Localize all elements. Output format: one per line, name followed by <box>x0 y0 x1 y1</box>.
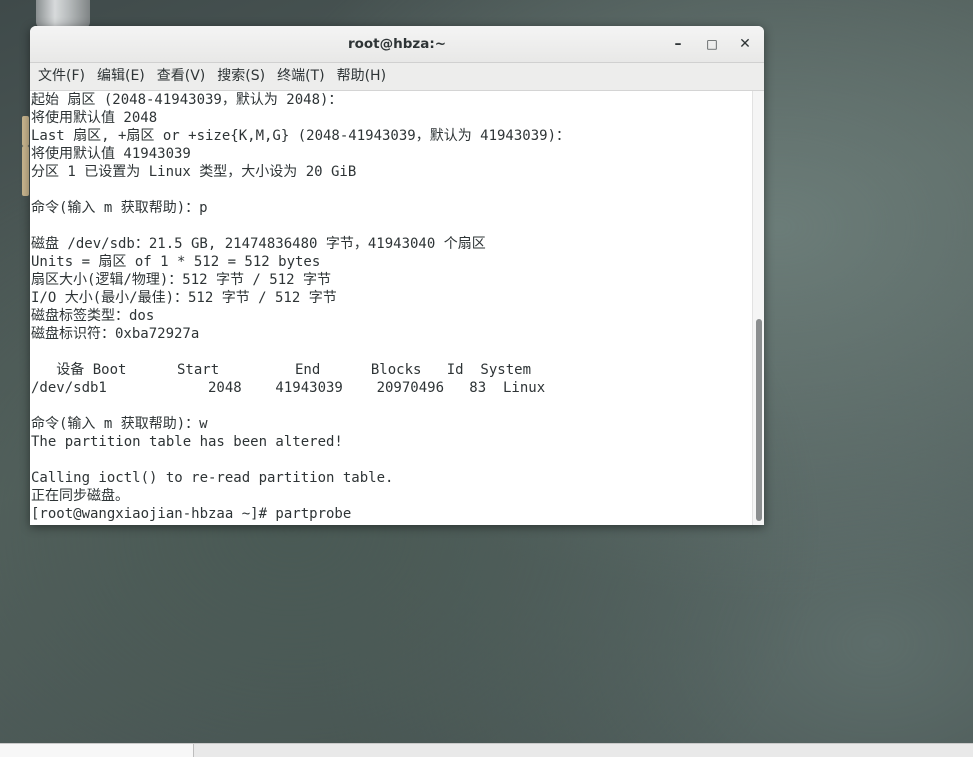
terminal-line: 磁盘标识符：0xba72927a <box>31 326 200 342</box>
vertical-scrollbar[interactable] <box>752 91 764 525</box>
terminal-line: Units = 扇区 of 1 * 512 = 512 bytes <box>31 254 321 270</box>
terminal-line: 将使用默认值 41943039 <box>31 146 191 162</box>
partition-table-row: /dev/sdb1 2048 41943039 20970496 83 Linu… <box>31 380 546 396</box>
menu-file[interactable]: 文件(F) <box>32 63 91 90</box>
desktop-panel-edge <box>22 146 29 196</box>
taskbar <box>0 743 973 757</box>
terminal-line <box>30 451 752 469</box>
minimize-button[interactable]: – <box>667 33 689 55</box>
terminal-line: 将使用默认值 2048 <box>31 110 158 126</box>
title-bar[interactable]: root@hbza:~ – □ ✕ <box>30 26 764 63</box>
menu-view[interactable]: 查看(V) <box>151 63 212 90</box>
terminal-line: Calling ioctl() to re-read partition tab… <box>31 470 394 486</box>
terminal-line: The partition table has been altered! <box>31 434 343 450</box>
terminal-output[interactable]: 起始 扇区 (2048-41943039，默认为 2048)： 将使用默认值 2… <box>30 91 752 525</box>
maximize-button[interactable]: □ <box>701 33 723 55</box>
close-button[interactable]: ✕ <box>734 33 756 55</box>
menu-help[interactable]: 帮助(H) <box>331 63 392 90</box>
terminal-line: 命令(输入 m 获取帮助)：p <box>31 200 208 216</box>
desktop-wallpaper-object <box>36 0 90 28</box>
terminal-line <box>30 343 752 361</box>
terminal-line: Last 扇区, +扇区 or +size{K,M,G} (2048-41943… <box>31 128 571 144</box>
desktop-panel-edge <box>22 116 29 146</box>
scrollbar-thumb[interactable] <box>756 319 762 521</box>
menu-edit[interactable]: 编辑(E) <box>91 63 151 90</box>
window-title: root@hbza:~ <box>347 36 447 52</box>
terminal-line: 磁盘 /dev/sdb：21.5 GB, 21474836480 字节，4194… <box>31 236 486 252</box>
taskbar-window-button[interactable] <box>0 744 194 757</box>
terminal-line: 正在同步磁盘。 <box>31 488 129 504</box>
terminal-line: 磁盘标签类型：dos <box>31 308 155 324</box>
terminal-line: 起始 扇区 (2048-41943039，默认为 2048)： <box>31 92 343 108</box>
shell-prompt-line[interactable]: [root@wangxiaojian-hbzaa ~]# partprobe <box>30 505 752 523</box>
menu-bar: 文件(F) 编辑(E) 查看(V) 搜索(S) 终端(T) 帮助(H) <box>30 63 764 91</box>
terminal-window: root@hbza:~ – □ ✕ 文件(F) 编辑(E) 查看(V) 搜索(S… <box>30 26 764 525</box>
terminal-line <box>30 217 752 235</box>
terminal-line: 命令(输入 m 获取帮助)：w <box>31 416 208 432</box>
menu-terminal[interactable]: 终端(T) <box>271 63 330 90</box>
terminal-line: 分区 1 已设置为 Linux 类型，大小设为 20 GiB <box>31 164 357 180</box>
terminal-line <box>30 397 752 415</box>
terminal-line: I/O 大小(最小/最佳)：512 字节 / 512 字节 <box>31 290 337 306</box>
partition-table-header: 设备 Boot Start End Blocks Id System <box>31 362 532 378</box>
terminal-line <box>30 181 752 199</box>
terminal-line: 扇区大小(逻辑/物理)：512 字节 / 512 字节 <box>31 272 332 288</box>
menu-search[interactable]: 搜索(S) <box>211 63 271 90</box>
